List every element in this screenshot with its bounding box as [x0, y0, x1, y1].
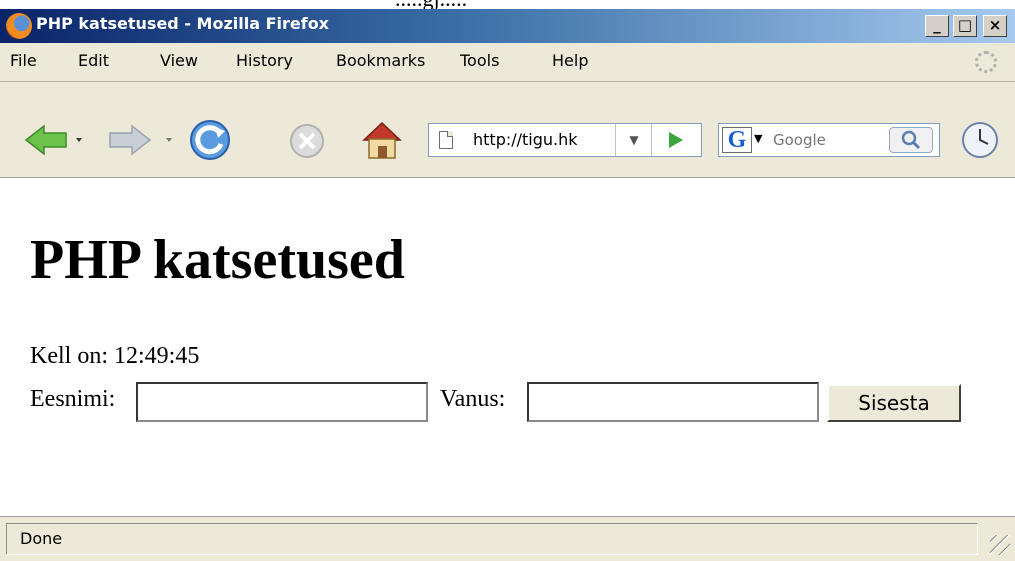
page-content: PHP katsetused Kell on: 12:49:45 Eesnimi…: [0, 178, 1015, 516]
status-panel: [6, 523, 978, 555]
status-text: Done: [20, 529, 63, 548]
age-input[interactable]: [527, 382, 819, 422]
back-icon[interactable]: [22, 122, 86, 158]
title-bar: PHP katsetused - Mozilla Firefox _ □ ×: [0, 9, 1015, 43]
search-engine-dropdown-icon[interactable]: ▼: [754, 132, 762, 145]
page-icon: [439, 131, 453, 149]
navigation-toolbar: http://tigu.hk ▼ G ▼: [0, 82, 1015, 178]
go-button[interactable]: [651, 124, 702, 156]
menu-history[interactable]: History: [236, 51, 293, 70]
close-button[interactable]: ×: [983, 15, 1007, 37]
url-text[interactable]: http://tigu.hk: [473, 130, 578, 149]
firefox-logo-icon: [6, 13, 32, 39]
clock-text: Kell on: 12:49:45: [30, 343, 200, 369]
search-engine-icon[interactable]: G: [722, 127, 752, 153]
menu-bar: File Edit View History Bookmarks Tools H…: [0, 43, 1015, 82]
resize-grip-icon[interactable]: [990, 535, 1010, 555]
url-dropdown-button[interactable]: ▼: [615, 124, 652, 156]
history-icon[interactable]: [960, 120, 1000, 160]
name-label: Eesnimi:: [30, 386, 116, 412]
status-bar: Done: [0, 516, 1015, 561]
page-heading: PHP katsetused: [30, 229, 405, 291]
menu-edit[interactable]: Edit: [78, 51, 109, 70]
menu-view[interactable]: View: [160, 51, 198, 70]
stop-icon[interactable]: [288, 122, 326, 160]
window-title: PHP katsetused - Mozilla Firefox: [36, 14, 329, 33]
cropped-caption: .....gj.....: [0, 0, 1015, 9]
age-label: Vanus:: [440, 386, 506, 412]
submit-button[interactable]: Sisesta: [827, 384, 961, 422]
home-icon[interactable]: [360, 118, 404, 162]
address-bar[interactable]: http://tigu.hk ▼: [428, 123, 702, 157]
forward-icon[interactable]: [106, 122, 176, 158]
menu-help[interactable]: Help: [552, 51, 588, 70]
search-bar[interactable]: G ▼: [718, 123, 940, 157]
menu-file[interactable]: File: [10, 51, 37, 70]
name-input[interactable]: [136, 382, 428, 422]
browser-window: PHP katsetused - Mozilla Firefox _ □ × F…: [0, 9, 1015, 561]
search-input[interactable]: [769, 127, 883, 153]
maximize-button[interactable]: □: [953, 15, 977, 37]
throbber-icon: [975, 51, 997, 73]
search-button[interactable]: [889, 127, 933, 153]
menu-tools[interactable]: Tools: [460, 51, 499, 70]
magnifier-icon: [901, 130, 921, 150]
menu-bookmarks[interactable]: Bookmarks: [336, 51, 425, 70]
reload-icon[interactable]: [188, 118, 232, 162]
minimize-button[interactable]: _: [925, 15, 949, 37]
